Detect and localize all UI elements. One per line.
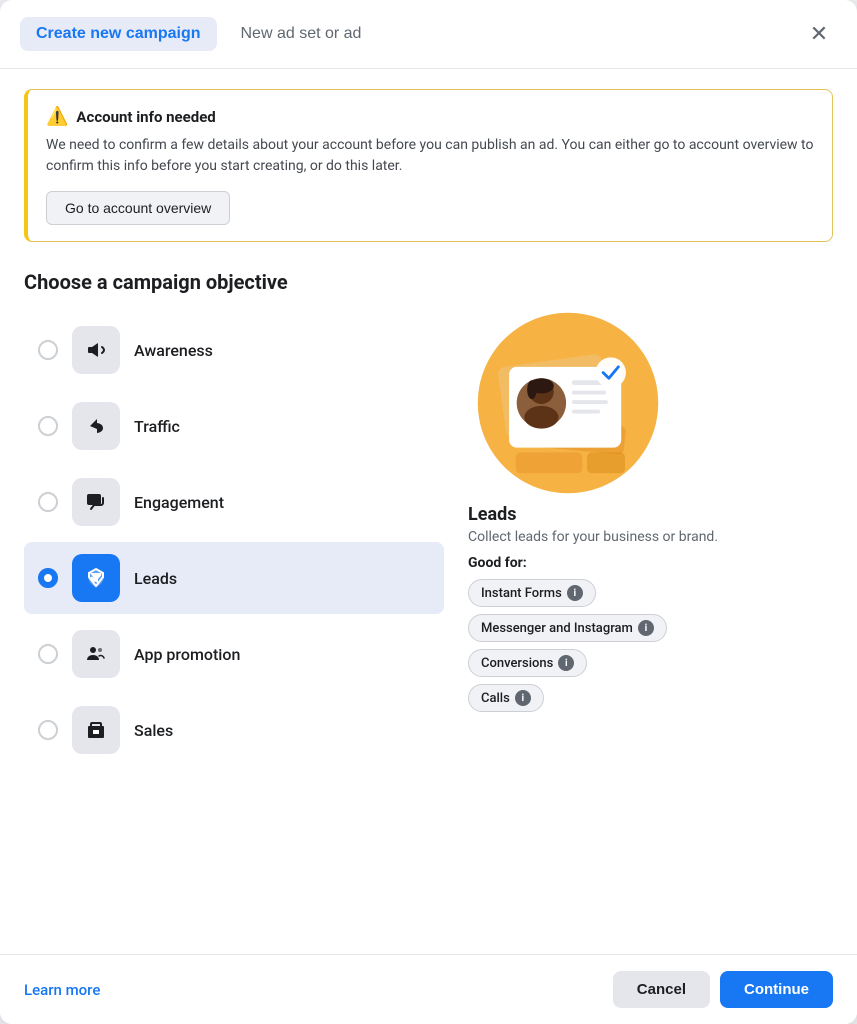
tag-calls-label: Calls [481, 691, 510, 706]
info-icon-instant-forms[interactable]: i [567, 585, 583, 601]
awareness-label: Awareness [134, 341, 213, 360]
app-promotion-icon [84, 642, 108, 666]
modal-footer: Learn more Cancel Continue [0, 954, 857, 1024]
objective-leads[interactable]: Leads [24, 542, 444, 614]
warning-banner: ⚠️ Account info needed We need to confir… [24, 89, 833, 242]
awareness-icon-wrap [72, 326, 120, 374]
continue-button[interactable]: Continue [720, 971, 833, 1008]
radio-awareness[interactable] [38, 340, 58, 360]
sales-icon [84, 718, 108, 742]
info-icon-messenger[interactable]: i [638, 620, 654, 636]
leads-icon [84, 566, 108, 590]
good-for-label: Good for: [468, 555, 833, 571]
objectives-list: Awareness Traffic [24, 314, 444, 766]
detail-description: Collect leads for your business or brand… [468, 529, 833, 545]
footer-actions: Cancel Continue [613, 971, 833, 1008]
modal-header: Create new campaign New ad set or ad ✕ [0, 0, 857, 69]
radio-sales[interactable] [38, 720, 58, 740]
section-title: Choose a campaign objective [24, 270, 833, 294]
info-icon-calls[interactable]: i [515, 690, 531, 706]
tag-instant-forms-label: Instant Forms [481, 586, 562, 601]
cancel-button[interactable]: Cancel [613, 971, 710, 1008]
tag-messenger-instagram: Messenger and Instagram i [468, 614, 667, 642]
leads-illustration [468, 318, 668, 488]
detail-title: Leads [468, 504, 833, 525]
close-button[interactable]: ✕ [801, 16, 837, 52]
tab-create-campaign[interactable]: Create new campaign [20, 17, 217, 51]
radio-leads[interactable] [38, 568, 58, 588]
campaign-modal: Create new campaign New ad set or ad ✕ ⚠… [0, 0, 857, 1024]
sales-icon-wrap [72, 706, 120, 754]
warning-icon: ⚠️ [46, 106, 68, 127]
objective-engagement[interactable]: Engagement [24, 466, 444, 538]
tab-new-ad-set[interactable]: New ad set or ad [233, 17, 370, 51]
traffic-icon-wrap [72, 402, 120, 450]
warning-title: ⚠️ Account info needed [46, 106, 814, 127]
account-overview-button[interactable]: Go to account overview [46, 191, 230, 225]
traffic-icon [84, 414, 108, 438]
close-icon: ✕ [810, 21, 828, 47]
tag-instant-forms: Instant Forms i [468, 579, 596, 607]
radio-traffic[interactable] [38, 416, 58, 436]
objective-sales[interactable]: Sales [24, 694, 444, 766]
tags-list: Instant Forms i Messenger and Instagram … [468, 579, 833, 712]
objectives-layout: Awareness Traffic [24, 314, 833, 766]
modal-body: ⚠️ Account info needed We need to confir… [0, 69, 857, 954]
objective-awareness[interactable]: Awareness [24, 314, 444, 386]
tag-conversions: Conversions i [468, 649, 587, 677]
objective-traffic[interactable]: Traffic [24, 390, 444, 462]
traffic-label: Traffic [134, 417, 180, 436]
engagement-icon-wrap [72, 478, 120, 526]
info-icon-conversions[interactable]: i [558, 655, 574, 671]
radio-engagement[interactable] [38, 492, 58, 512]
app-promotion-icon-wrap [72, 630, 120, 678]
engagement-icon [84, 490, 108, 514]
detail-panel: Leads Collect leads for your business or… [468, 314, 833, 766]
warning-text: We need to confirm a few details about y… [46, 135, 814, 177]
learn-more-link[interactable]: Learn more [24, 981, 100, 999]
app-promotion-label: App promotion [134, 645, 240, 664]
engagement-label: Engagement [134, 493, 224, 512]
leads-icon-wrap [72, 554, 120, 602]
awareness-icon [84, 338, 108, 362]
leads-label: Leads [134, 569, 177, 588]
tag-calls: Calls i [468, 684, 544, 712]
radio-app-promotion[interactable] [38, 644, 58, 664]
sales-label: Sales [134, 721, 173, 740]
objective-app-promotion[interactable]: App promotion [24, 618, 444, 690]
tag-messenger-instagram-label: Messenger and Instagram [481, 621, 633, 636]
tag-conversions-label: Conversions [481, 656, 553, 671]
